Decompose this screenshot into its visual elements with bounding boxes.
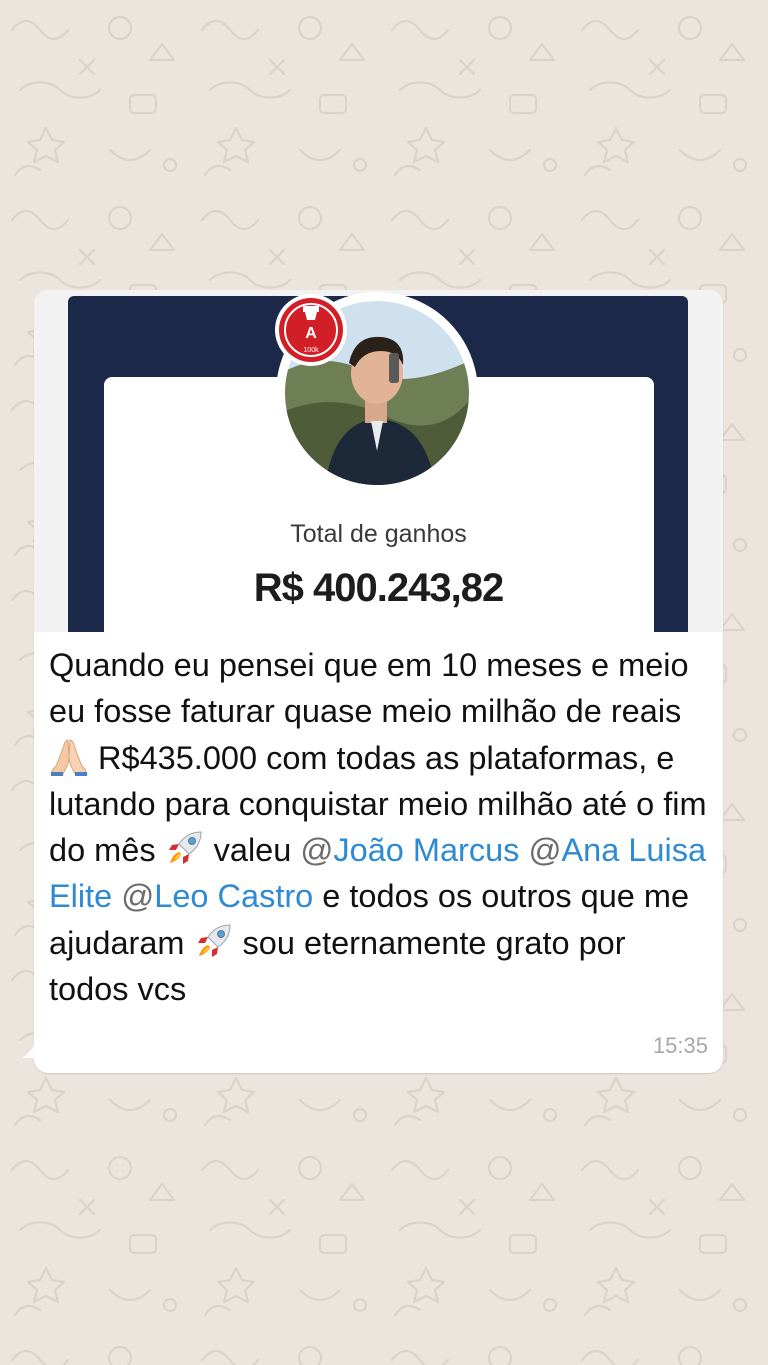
message-text-part: Quando eu pensei que em 10 meses e meio … xyxy=(49,647,689,730)
svg-text:A: A xyxy=(305,325,317,342)
attached-image[interactable]: A 100k Total de ganhos R$ 400.243,82 xyxy=(34,290,723,632)
message-text-part: valeu xyxy=(204,832,301,869)
achievement-badge-icon: A 100k xyxy=(275,294,347,366)
earnings-label: Total de ganhos xyxy=(290,520,467,548)
rocket-icon xyxy=(168,831,202,865)
message-timestamp: 15:35 xyxy=(652,1033,708,1058)
folded-hands-icon xyxy=(50,739,88,776)
earnings-amount: R$ 400.243,82 xyxy=(253,566,504,610)
svg-text:100k: 100k xyxy=(303,347,319,354)
mention-link[interactable]: @João Marcus xyxy=(300,832,519,868)
mention-link[interactable]: @Leo Castro xyxy=(121,878,313,914)
rocket-icon xyxy=(197,924,231,957)
message-text: Quando eu pensei que em 10 meses e meio … xyxy=(49,642,709,1012)
